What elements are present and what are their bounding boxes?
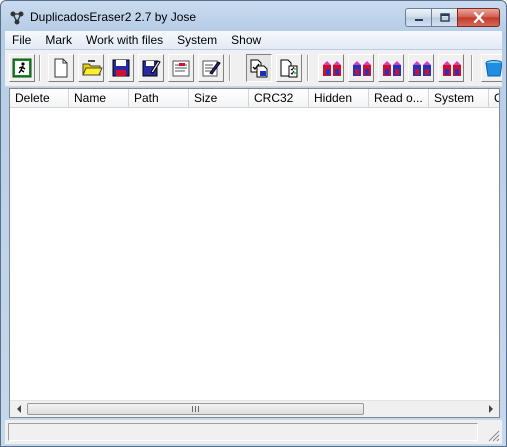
- select-5-button[interactable]: [438, 54, 464, 82]
- title-bar[interactable]: DuplicadosEraser2 2.7 by Jose: [1, 1, 506, 31]
- column-header-size[interactable]: Size: [189, 89, 249, 108]
- select-3-button[interactable]: [378, 54, 404, 82]
- column-header-name[interactable]: Name: [69, 89, 129, 108]
- column-header-system[interactable]: System: [429, 89, 489, 108]
- file-list[interactable]: Delete Name Path Size CRC32 Hidden Read …: [9, 88, 500, 418]
- menu-show[interactable]: Show: [224, 31, 268, 49]
- floppy-disk-icon: [112, 59, 130, 77]
- open-folder-icon: [82, 60, 103, 76]
- menu-work-with-files[interactable]: Work with files: [79, 31, 170, 49]
- toolbar-separator: [39, 55, 41, 81]
- scrollbar-thumb[interactable]: [27, 403, 364, 415]
- resize-grip-icon[interactable]: [488, 430, 500, 442]
- color-blocks-icon: [323, 61, 341, 76]
- column-header-crc32[interactable]: CRC32: [249, 89, 309, 108]
- arrow-left-icon: [16, 405, 21, 413]
- toolbar: [5, 50, 502, 87]
- column-header-read-only[interactable]: Read o...: [369, 89, 429, 108]
- caption-buttons: [405, 8, 500, 28]
- edit-notes-button[interactable]: [198, 54, 224, 82]
- scroll-left-button[interactable]: [10, 401, 27, 417]
- horizontal-scrollbar[interactable]: [10, 400, 499, 417]
- notes-button[interactable]: [168, 54, 194, 82]
- color-blocks-icon: [443, 61, 461, 76]
- column-header-hidden[interactable]: Hidden: [309, 89, 369, 108]
- color-blocks-icon: [353, 61, 371, 76]
- color-blocks-icon: [413, 61, 431, 76]
- maximize-icon: [439, 13, 450, 22]
- open-button[interactable]: [78, 54, 104, 82]
- status-panel: [8, 423, 478, 441]
- close-icon: [473, 12, 484, 23]
- exit-button[interactable]: [9, 54, 35, 82]
- minimize-icon: [414, 18, 423, 21]
- list-header: Delete Name Path Size CRC32 Hidden Read …: [10, 89, 499, 108]
- close-button[interactable]: [457, 8, 500, 27]
- toolbar-separator: [471, 55, 473, 81]
- compare-files-button[interactable]: [246, 54, 272, 82]
- new-button[interactable]: [48, 54, 74, 82]
- toolbar-separator: [307, 55, 309, 81]
- column-header-c[interactable]: C: [489, 89, 499, 108]
- notepad-icon: [172, 60, 190, 77]
- compare-files-icon: [250, 59, 268, 78]
- save-button[interactable]: [108, 54, 134, 82]
- checklist-button[interactable]: [276, 54, 302, 82]
- column-header-path[interactable]: Path: [129, 89, 189, 108]
- notepad-pencil-icon: [202, 60, 221, 77]
- color-blocks-icon: [383, 61, 401, 76]
- menu-bar: File Mark Work with files System Show: [5, 31, 502, 49]
- select-1-button[interactable]: [318, 54, 344, 82]
- app-network-icon: [10, 11, 24, 25]
- trash-can-icon: [485, 60, 502, 77]
- floppy-disk-edit-icon: [142, 60, 161, 77]
- main-window: DuplicadosEraser2 2.7 by Jose File Mark …: [0, 0, 507, 447]
- checklist-icon: [280, 59, 298, 78]
- new-document-icon: [54, 58, 68, 78]
- select-2-button[interactable]: [348, 54, 374, 82]
- grip-icon: [192, 406, 199, 412]
- menu-file[interactable]: File: [5, 31, 38, 49]
- exit-door-icon: [12, 58, 32, 78]
- scroll-right-button[interactable]: [482, 401, 499, 417]
- menu-system[interactable]: System: [170, 31, 224, 49]
- toolbar-separator: [229, 55, 231, 81]
- maximize-button[interactable]: [431, 8, 457, 27]
- recycle-bin-button[interactable]: [481, 54, 502, 82]
- column-header-delete[interactable]: Delete: [10, 89, 69, 108]
- menu-mark[interactable]: Mark: [38, 31, 79, 49]
- minimize-button[interactable]: [405, 8, 431, 27]
- window-title: DuplicadosEraser2 2.7 by Jose: [30, 10, 197, 24]
- select-4-button[interactable]: [408, 54, 434, 82]
- status-bar: [5, 420, 502, 444]
- save-as-button[interactable]: [138, 54, 164, 82]
- arrow-right-icon: [488, 405, 493, 413]
